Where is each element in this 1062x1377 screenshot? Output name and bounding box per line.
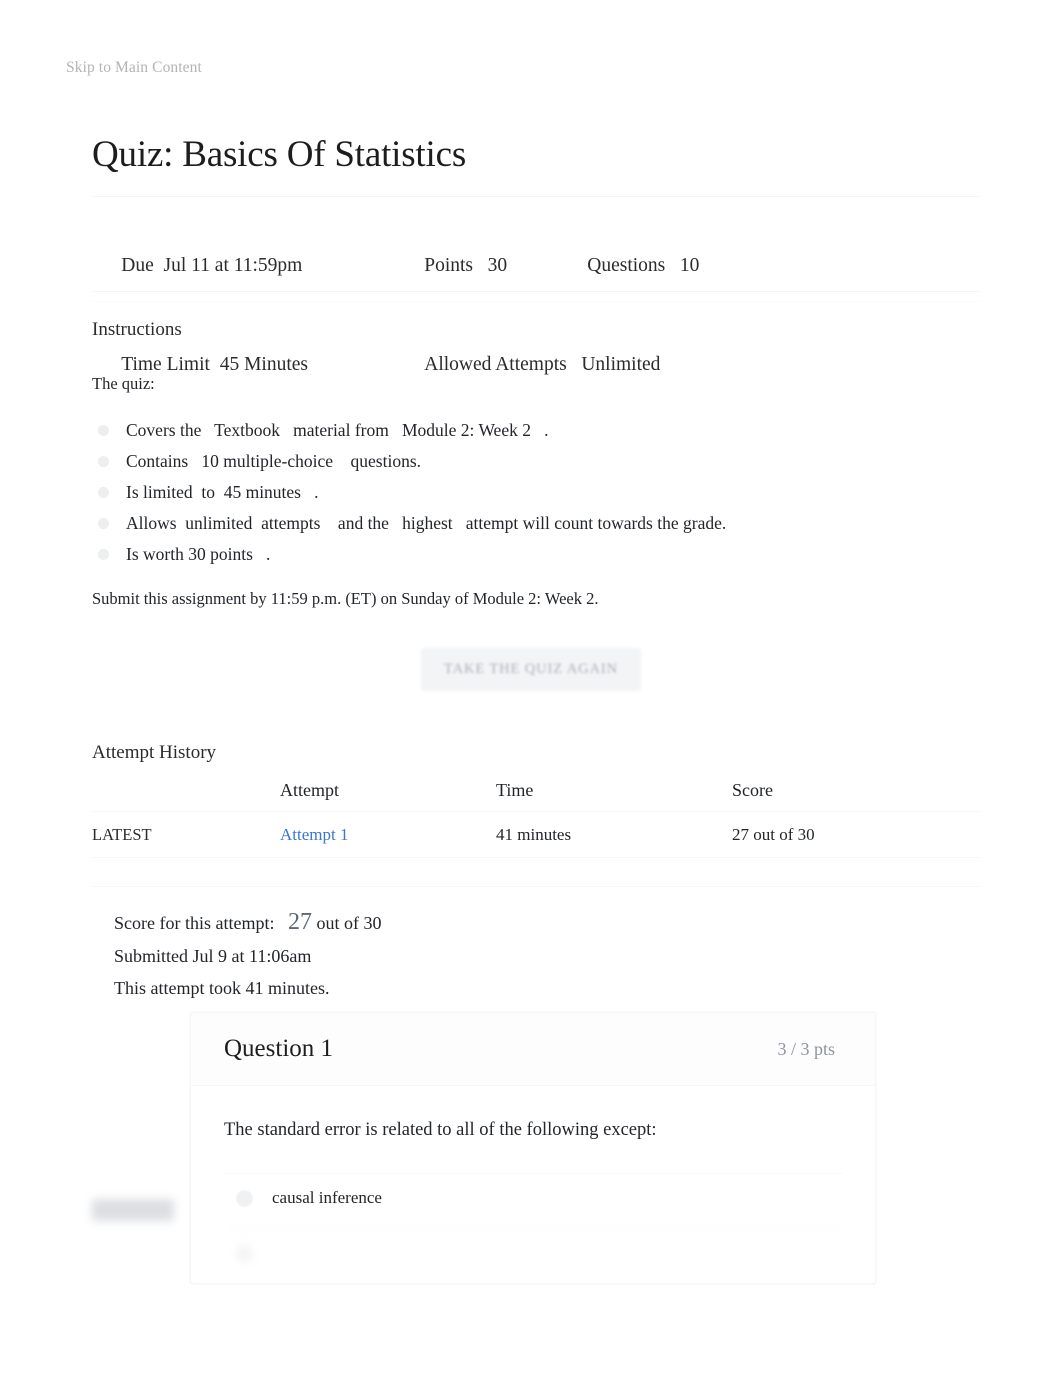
- time-limit-label: Time Limit: [121, 354, 210, 375]
- latest-badge: LATEST: [92, 825, 152, 844]
- time-limit-value: 45 Minutes: [219, 354, 308, 375]
- answer-option[interactable]: causal inference: [224, 1173, 842, 1228]
- due-value: Jul 11 at 11:59pm: [163, 255, 303, 276]
- cell-score: 27 out of 30: [732, 811, 980, 858]
- attempt-history-heading: Attempt History: [92, 742, 217, 763]
- attempt-history-body: LATEST Attempt 1 41 minutes 27 out of 30: [92, 811, 980, 858]
- due-label: Due: [121, 255, 154, 276]
- attempt-history-head: Attempt Time Score: [92, 778, 980, 812]
- allowed-attempts-cell: Allowed Attempts Unlimited: [424, 354, 660, 375]
- questions-cell: Questions 10: [587, 249, 699, 282]
- attempt-score-summary: Score for this attempt: 27 out of 30 Sub…: [114, 906, 381, 1005]
- cell-attempt: Attempt 1: [280, 811, 496, 858]
- list-item: Contains 10 multiple-choice questions.: [92, 446, 912, 477]
- points-value: 30: [487, 255, 508, 276]
- list-item-label: Contains 10 multiple-choice questions.: [126, 451, 422, 471]
- cell-kept: LATEST: [92, 811, 280, 858]
- list-item: Allows unlimited attempts and the highes…: [92, 508, 912, 539]
- meta-divider-secondary: [92, 301, 980, 302]
- duration-line: This attempt took 41 minutes.: [114, 978, 330, 998]
- bullet-icon: [98, 487, 109, 498]
- answer-option[interactable]: [224, 1228, 842, 1283]
- instructions-lead: The quiz:: [92, 374, 155, 393]
- bullet-icon: [98, 549, 109, 560]
- column-header-time: Time: [496, 780, 534, 800]
- question-body: The standard error is related to all of …: [191, 1086, 875, 1283]
- list-item-label: Allows unlimited attempts and the highes…: [126, 513, 727, 533]
- score-label: Score for this attempt:: [114, 913, 275, 933]
- attempt-1-link[interactable]: Attempt 1: [280, 825, 348, 844]
- allowed-attempts-label: Allowed Attempts: [424, 354, 567, 375]
- attempt-history-table: Attempt Time Score LATEST Attempt 1 41 m…: [92, 778, 980, 858]
- radio-icon[interactable]: [236, 1245, 253, 1262]
- allowed-attempts-value: Unlimited: [581, 354, 661, 375]
- score-for-attempt-line: Score for this attempt: 27 out of 30: [114, 906, 381, 940]
- points-label: Points: [424, 255, 474, 276]
- table-row: LATEST Attempt 1 41 minutes 27 out of 30: [92, 811, 980, 858]
- quiz-meta-block: Due Jul 11 at 11:59pm Points 30 Questions …: [92, 216, 972, 414]
- retake-button-container: TAKE THE QUIZ AGAIN: [0, 648, 1062, 691]
- question-title: Question 1: [224, 1035, 334, 1062]
- quiz-results-page: Skip to Main Content Quiz: Basics Of Sta…: [0, 0, 1062, 1377]
- column-header-score: Score: [732, 780, 773, 800]
- question-status-marker: [92, 1199, 174, 1221]
- questions-value: 10: [679, 255, 700, 276]
- page-title: Quiz: Basics Of Statistics: [92, 134, 467, 175]
- score-suffix: out of 30: [316, 913, 382, 933]
- points-cell: Points 30: [424, 249, 587, 282]
- skip-to-main-content-link[interactable]: Skip to Main Content: [66, 59, 202, 77]
- bullet-icon: [98, 456, 109, 467]
- list-item-label: Is worth 30 points .: [126, 544, 271, 564]
- submit-note: Submit this assignment by 11:59 p.m. (ET…: [92, 589, 599, 608]
- instructions-heading: Instructions: [92, 319, 182, 340]
- time-limit-cell: Time Limit 45 Minutes: [121, 348, 424, 381]
- take-quiz-again-button[interactable]: TAKE THE QUIZ AGAIN: [421, 648, 641, 691]
- bullet-icon: [98, 425, 109, 436]
- list-item: Is worth 30 points .: [92, 539, 912, 570]
- submitted-line: Submitted Jul 9 at 11:06am: [114, 945, 312, 966]
- question-points: 3 / 3 pts: [777, 1039, 835, 1059]
- list-item-label: Covers the Textbook material from Module…: [126, 420, 549, 440]
- question-header: Question 1 3 / 3 pts: [191, 1013, 875, 1086]
- list-item: Is limited to 45 minutes .: [92, 477, 912, 508]
- bullet-icon: [98, 518, 109, 529]
- meta-divider: [92, 291, 980, 292]
- answer-label: causal inference: [272, 1188, 382, 1207]
- quiz-meta-row-2: Time Limit 45 Minutes Allowed Attempts Un…: [92, 315, 972, 414]
- title-divider: [92, 196, 980, 197]
- score-value: 27: [287, 909, 312, 935]
- question-card: Question 1 3 / 3 pts The standard error …: [190, 1012, 876, 1284]
- column-header-attempt: Attempt: [280, 780, 339, 800]
- questions-label: Questions: [587, 255, 666, 276]
- instructions-list: Covers the Textbook material from Module…: [92, 415, 912, 570]
- column-header-kept: [92, 778, 280, 812]
- table-header-row: Attempt Time Score: [92, 778, 980, 812]
- attempt-table-bottom-divider: [92, 886, 980, 887]
- radio-icon[interactable]: [236, 1190, 253, 1207]
- list-item-label: Is limited to 45 minutes .: [126, 482, 319, 502]
- due-cell: Due Jul 11 at 11:59pm: [121, 249, 424, 282]
- list-item: Covers the Textbook material from Module…: [92, 415, 912, 446]
- question-text: The standard error is related to all of …: [224, 1120, 657, 1140]
- cell-time: 41 minutes: [496, 811, 732, 858]
